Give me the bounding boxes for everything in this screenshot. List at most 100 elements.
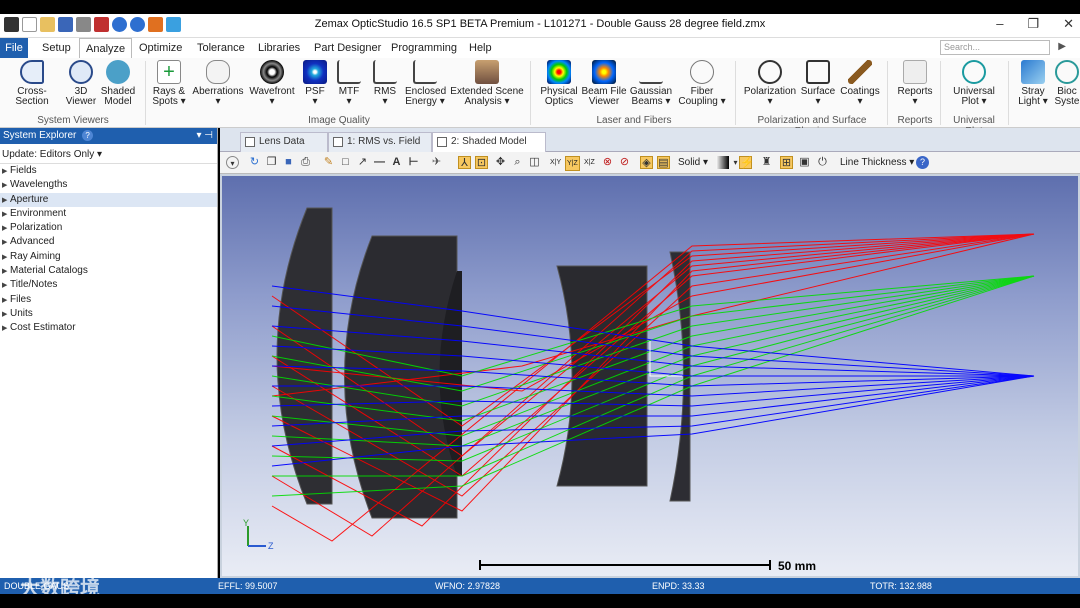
expand-arrow-icon[interactable]: ▶ (2, 279, 10, 293)
close-icon[interactable]: ✕ (1063, 16, 1074, 32)
tab-help[interactable]: Help (463, 38, 498, 58)
shaded-model-button[interactable]: Shaded Model (100, 60, 136, 107)
pan-icon[interactable]: ✥ (494, 156, 507, 169)
render-mode-dropdown[interactable]: Solid ▾ (678, 156, 708, 169)
expand-arrow-icon[interactable]: ▶ (2, 194, 10, 208)
power-icon[interactable]: ⏻ (816, 156, 829, 169)
expand-arrow-icon[interactable]: ▶ (2, 165, 10, 179)
window-icon[interactable]: ▣ (798, 156, 811, 169)
expand-arrow-icon[interactable]: ▶ (2, 208, 10, 222)
explorer-item-title-notes[interactable]: ▶ Title/Notes (0, 278, 217, 292)
view-xy-button[interactable]: X|Y (550, 156, 561, 169)
text-icon[interactable]: A (390, 156, 403, 169)
copy-icon[interactable]: ❐ (265, 156, 278, 169)
expand-arrow-icon[interactable]: ▶ (2, 265, 10, 279)
refresh-icon[interactable]: ↻ (248, 156, 261, 169)
mtf-button[interactable]: MTF ▾ (333, 60, 365, 107)
universal-plot-button[interactable]: Universal Plot ▾ (948, 60, 1000, 107)
polarization-button[interactable]: Polarization ▾ (742, 60, 798, 107)
tab-programming[interactable]: Programming (385, 38, 463, 58)
tab-file[interactable]: File (0, 38, 28, 58)
shaded-cube-icon[interactable]: ▤ (657, 156, 670, 169)
reports-button[interactable]: Reports ▾ (894, 60, 936, 107)
physical-optics-button[interactable]: Physical Optics (539, 60, 579, 107)
expand-arrow-icon[interactable]: ▶ (2, 294, 10, 308)
help-icon[interactable]: ? (82, 130, 94, 141)
expand-arrow-icon[interactable]: ▶ (2, 322, 10, 336)
doc-tab-rms-vs-field[interactable]: 1: RMS vs. Field (328, 132, 432, 152)
pencil-icon[interactable]: ✎ (322, 156, 335, 169)
line-icon[interactable]: — (373, 156, 386, 169)
view-xz-button[interactable]: X|Z (584, 156, 595, 169)
tab-setup[interactable]: Setup (36, 38, 77, 58)
dimension-icon[interactable]: ⊢ (407, 156, 420, 169)
tab-part-designer[interactable]: Part Designer (308, 38, 387, 58)
zoom-icon[interactable]: ⌕ (511, 156, 524, 169)
tab-libraries[interactable]: Libraries (252, 38, 306, 58)
doc-tab-lens-data[interactable]: Lens Data (240, 132, 328, 152)
tab-tolerance[interactable]: Tolerance (191, 38, 251, 58)
gradient-icon[interactable] (716, 156, 729, 169)
minimize-icon[interactable]: – (996, 16, 1003, 32)
expand-arrow-icon[interactable]: ▶ (2, 251, 10, 265)
cross-section-button[interactable]: Cross-Section (3, 60, 61, 107)
rays-spots-button[interactable]: + Rays & Spots ▾ (150, 60, 188, 107)
expand-arrow-icon[interactable]: ▶ (2, 236, 10, 250)
explorer-item-environment[interactable]: ▶ Environment (0, 207, 217, 221)
stray-light-button[interactable]: Stray Light ▾ (1014, 60, 1052, 107)
extended-scene-analysis-button[interactable]: Extended Scene Analysis ▾ (450, 60, 524, 107)
explorer-item-files[interactable]: ▶ Files (0, 293, 217, 307)
rms-button[interactable]: RMS ▾ (368, 60, 402, 107)
explorer-item-fields[interactable]: ▶ Fields (0, 164, 217, 178)
biocular-system-button[interactable]: Bioc Syste (1054, 60, 1080, 107)
view-yz-button[interactable]: Y|Z (565, 156, 580, 171)
print-icon[interactable]: ⎙ (299, 156, 312, 169)
tab-analyze[interactable]: Analyze (79, 38, 133, 58)
search-go-icon[interactable]: ▶ (1058, 41, 1066, 52)
enclosed-energy-button[interactable]: Enclosed Energy ▾ (405, 60, 446, 107)
expand-arrow-icon[interactable]: ▶ (2, 308, 10, 322)
expand-arrow-icon[interactable]: ▶ (2, 222, 10, 236)
axes-icon[interactable]: ⅄ (458, 156, 471, 169)
highlight-icon[interactable]: ⚡ (739, 156, 754, 169)
explorer-item-material-catalogs[interactable]: ▶ Material Catalogs (0, 264, 217, 278)
maximize-icon[interactable]: ❐ (1027, 16, 1039, 32)
camera-icon[interactable]: ◫ (528, 156, 541, 169)
coatings-button[interactable]: Coatings ▾ (839, 60, 881, 107)
fiber-coupling-button[interactable]: Fiber Coupling ▾ (677, 60, 727, 107)
help-icon[interactable]: ? (916, 156, 929, 169)
zoom-window-icon[interactable]: ⊡ (475, 156, 488, 169)
psf-button[interactable]: PSF ▾ (300, 60, 330, 107)
wavefront-button[interactable]: Wavefront ▾ (247, 60, 297, 107)
rectangle-icon[interactable]: □ (339, 156, 352, 169)
expand-arrow-icon[interactable]: ▶ (2, 179, 10, 193)
pin-icon[interactable]: ▾ ⊣ (196, 128, 213, 144)
explorer-item-units[interactable]: ▶ Units (0, 307, 217, 321)
lock-icon[interactable]: ♜ (760, 156, 773, 169)
surface-button[interactable]: Surface ▾ (800, 60, 836, 107)
no-rotate-icon[interactable]: ⊗ (601, 156, 614, 169)
explorer-item-wavelengths[interactable]: ▶ Wavelengths (0, 178, 217, 192)
cube-icon[interactable]: ◈ (640, 156, 653, 169)
line-thickness-dropdown[interactable]: Line Thickness ▾ (840, 156, 914, 169)
update-mode-dropdown[interactable]: Update: Editors Only ▾ (0, 144, 217, 164)
explorer-item-polarization[interactable]: ▶ Polarization (0, 221, 217, 235)
explorer-item-advanced[interactable]: ▶ Advanced (0, 235, 217, 249)
beam-file-viewer-button[interactable]: Beam File Viewer (581, 60, 627, 107)
doc-tab-shaded-model[interactable]: 2: Shaded Model ✕ (432, 132, 546, 165)
search-input[interactable]: Search... (940, 40, 1050, 55)
explorer-item-aperture[interactable]: ▶ Aperture (0, 192, 217, 208)
shaded-model-viewport[interactable]: Y Z 50 mm (222, 176, 1078, 576)
tab-optimize[interactable]: Optimize (133, 38, 188, 58)
arrow-icon[interactable]: ↗ (356, 156, 369, 169)
gaussian-beams-button[interactable]: Gaussian Beams ▾ (629, 60, 673, 107)
3d-viewer-button[interactable]: 3D Viewer (64, 60, 98, 107)
explorer-item-ray-aiming[interactable]: ▶ Ray Aiming (0, 250, 217, 264)
settings-toggle-icon[interactable]: ▾ (226, 156, 239, 169)
aberrations-button[interactable]: Aberrations ▾ (191, 60, 245, 107)
stop-icon[interactable]: ⊘ (618, 156, 631, 169)
save-icon[interactable]: ■ (282, 156, 295, 169)
fit-view-icon[interactable]: ⊞ (780, 156, 793, 169)
explorer-item-cost-estimator[interactable]: ▶ Cost Estimator (0, 321, 217, 335)
rotate-icon[interactable]: ✈ (430, 156, 443, 169)
